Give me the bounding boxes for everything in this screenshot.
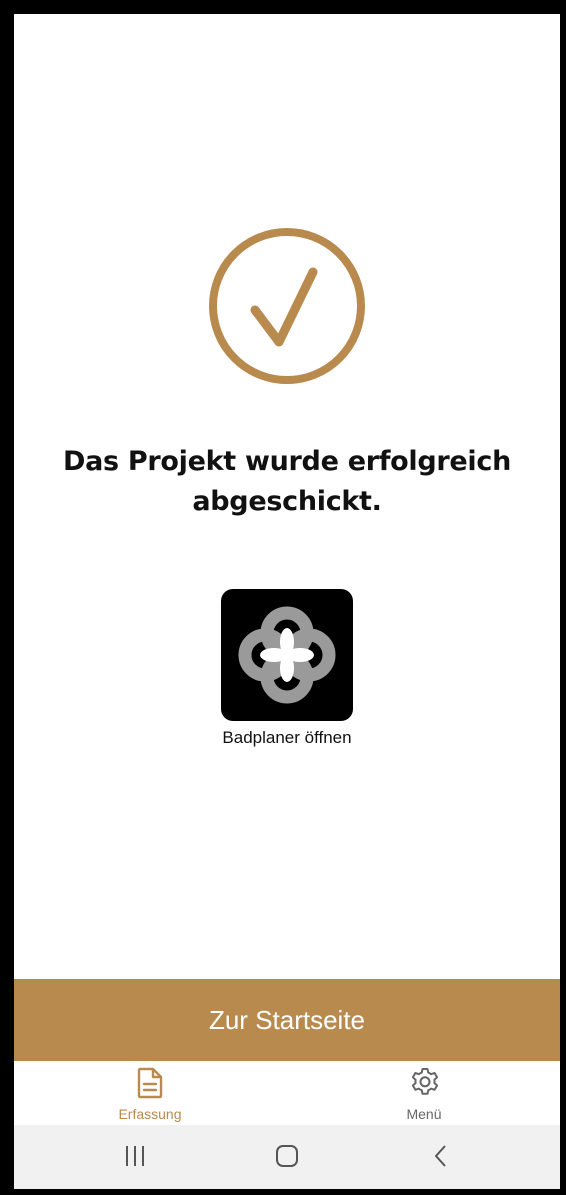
success-message-line-2: abgeschickt. bbox=[192, 486, 382, 517]
success-message: Das Projekt wurde erfolgreich abgeschick… bbox=[14, 442, 560, 522]
back-icon[interactable] bbox=[428, 1143, 454, 1169]
tab-erfassung-label: Erfassung bbox=[118, 1106, 182, 1122]
system-navigation-bar bbox=[14, 1125, 560, 1189]
check-circle-icon bbox=[209, 228, 365, 384]
document-icon bbox=[137, 1067, 163, 1099]
recent-apps-icon[interactable] bbox=[122, 1143, 148, 1169]
home-icon[interactable] bbox=[274, 1143, 300, 1169]
success-message-line-1: Das Projekt wurde erfolgreich bbox=[62, 446, 512, 477]
tab-menu-label: Menü bbox=[406, 1106, 442, 1122]
badplaner-app-label[interactable]: Badplaner öffnen bbox=[164, 728, 410, 748]
bottom-tab-bar: Erfassung Menü bbox=[14, 1061, 560, 1125]
device-frame: Das Projekt wurde erfolgreich abgeschick… bbox=[0, 0, 566, 1195]
badplaner-app-icon bbox=[238, 606, 336, 704]
home-page-button[interactable]: Zur Startseite bbox=[14, 979, 560, 1061]
app-screen: Das Projekt wurde erfolgreich abgeschick… bbox=[14, 14, 560, 1189]
badplaner-app-button[interactable] bbox=[221, 589, 353, 721]
tab-erfassung[interactable]: Erfassung bbox=[80, 1061, 220, 1125]
gear-icon bbox=[411, 1068, 439, 1095]
tab-menu[interactable]: Menü bbox=[354, 1061, 494, 1125]
